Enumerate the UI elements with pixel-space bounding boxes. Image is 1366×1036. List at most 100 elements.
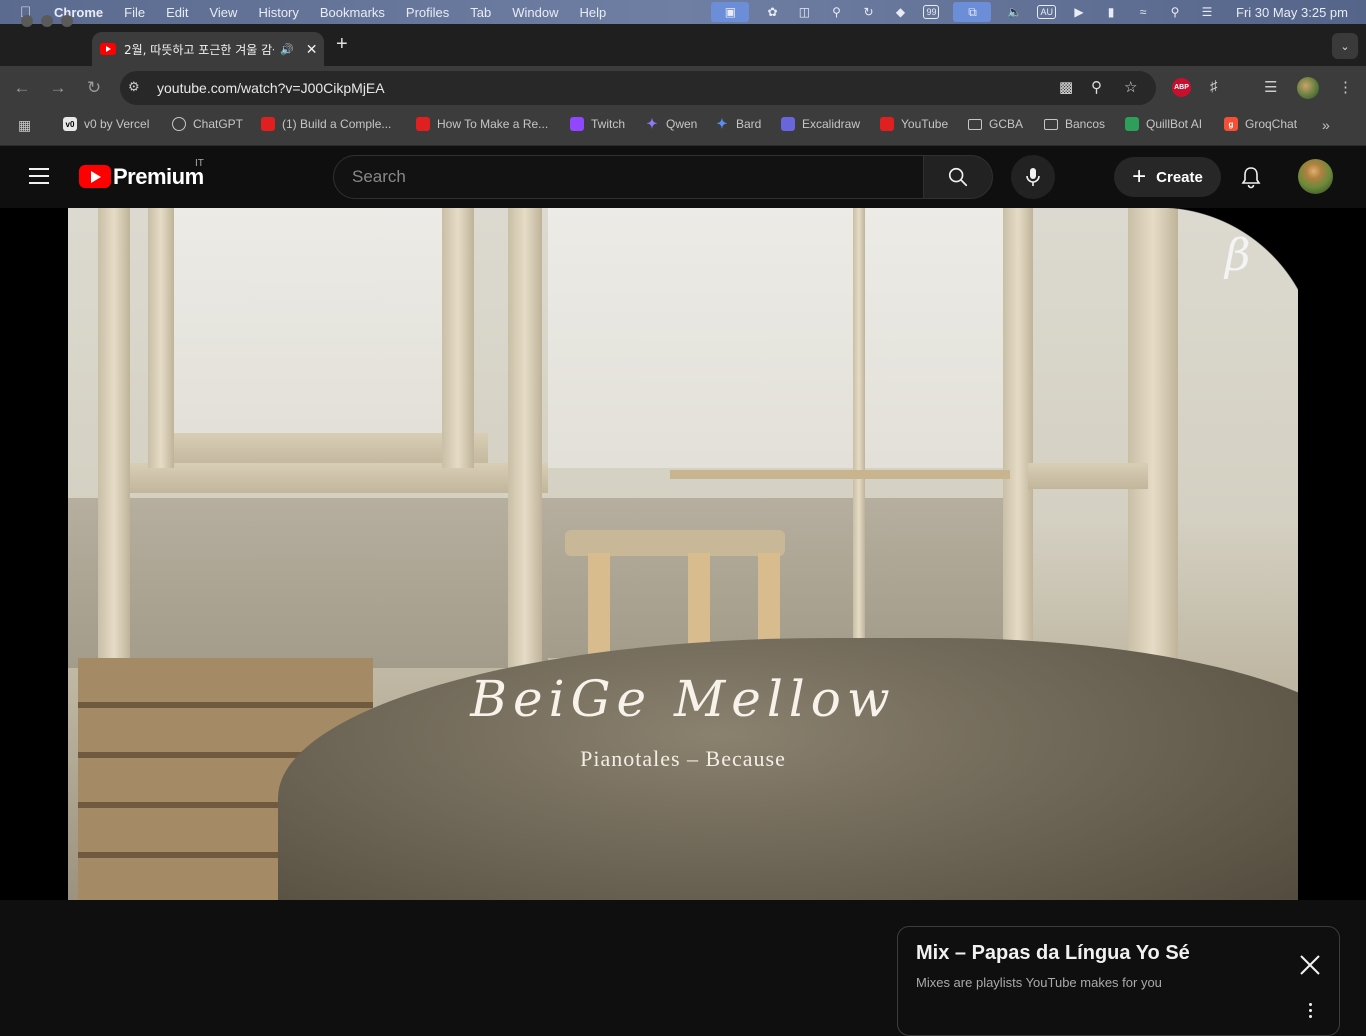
macos-menu-bar:  Chrome File Edit View History Bookmark… — [0, 0, 1366, 24]
search-button[interactable] — [923, 155, 993, 199]
audio-playing-icon[interactable]: 🔊 — [280, 43, 294, 56]
stool-leg — [588, 553, 610, 663]
window-frame — [508, 208, 542, 728]
chatgpt-icon — [172, 117, 186, 131]
bookmark-label: Twitch — [591, 117, 626, 131]
menu-file[interactable]: File — [124, 5, 145, 20]
excalidraw-icon — [781, 117, 795, 131]
more-options-icon[interactable] — [1300, 1003, 1320, 1023]
install-app-icon[interactable]: ▩ — [1059, 78, 1073, 96]
mix-playlist-subtitle: Mixes are playlists YouTube makes for yo… — [916, 975, 1162, 990]
window-frame — [128, 463, 548, 493]
reload-icon[interactable]: ↻ — [84, 78, 104, 98]
bookmarks-overflow-chevron-icon[interactable]: » — [1322, 117, 1330, 133]
guide-menu-icon[interactable] — [29, 168, 49, 184]
bookmark-twitch[interactable]: Twitch — [570, 117, 625, 131]
bookmark-label: Qwen — [666, 117, 698, 131]
tab-search-chevron-icon[interactable]: ⌄ — [1332, 33, 1358, 59]
bookmark-youtube[interactable]: YouTube — [880, 117, 948, 131]
bookmark-label: How To Make a Re... — [437, 117, 549, 131]
battery-icon[interactable]: ▮ — [1102, 4, 1120, 20]
menu-help[interactable]: Help — [580, 5, 607, 20]
window-switcher-icon[interactable]: ⧉ — [953, 2, 992, 22]
location-icon[interactable]: ⚲ — [827, 4, 845, 20]
bookmark-folder-gcba[interactable]: GCBA — [968, 117, 1023, 131]
plus-icon: + — [1132, 163, 1147, 190]
create-label: Create — [1156, 168, 1203, 186]
bookmark-label: (1) Build a Comple... — [282, 117, 392, 131]
openai-icon[interactable]: ✿ — [763, 4, 781, 20]
youtube-icon — [880, 117, 894, 131]
tab-close-icon[interactable]: ✕ — [306, 41, 318, 58]
bookmark-label: Bancos — [1065, 117, 1106, 131]
youtube-premium-wordmark[interactable]: Premium — [113, 164, 204, 190]
display-icon[interactable]: ◫ — [795, 4, 813, 20]
spotlight-search-icon[interactable]: ⚲ — [1166, 4, 1184, 20]
wifi-icon[interactable]: ≈ — [1134, 4, 1152, 20]
account-avatar[interactable] — [1298, 159, 1333, 194]
extensions-icon[interactable]: ♯ — [1210, 78, 1218, 95]
zoom-icon[interactable]: ⚲ — [1091, 78, 1102, 96]
window-frame — [148, 208, 174, 468]
menu-history[interactable]: History — [258, 5, 298, 20]
youtube-logo-icon[interactable] — [79, 165, 111, 188]
chrome-menu-icon[interactable]: ⋮ — [1338, 78, 1353, 96]
voice-search-button[interactable] — [1011, 155, 1055, 199]
menu-edit[interactable]: Edit — [166, 5, 188, 20]
window-frame — [853, 208, 865, 648]
battery-percent-icon[interactable]: 99 — [923, 5, 940, 19]
url-text[interactable]: youtube.com/watch?v=J00CikpMjEA — [157, 80, 385, 96]
window-minimize-button[interactable] — [41, 15, 53, 27]
notifications-bell-icon[interactable] — [1240, 165, 1262, 189]
qwen-icon: ✦ — [646, 116, 658, 131]
bookmark-quillbot[interactable]: QuillBot AI — [1125, 117, 1202, 131]
dropbox-icon[interactable]: ◆ — [891, 4, 909, 20]
mix-playlist-title[interactable]: Mix – Papas da Língua Yo Sé — [916, 942, 1190, 965]
channel-watermark-icon: β — [1225, 230, 1251, 281]
window-close-button[interactable] — [21, 15, 33, 27]
control-center-icon[interactable]: ☰ — [1198, 4, 1216, 20]
back-arrow-icon[interactable]: ← — [12, 78, 32, 98]
screen-share-icon[interactable]: ▣ — [711, 2, 750, 22]
close-icon[interactable] — [1296, 951, 1324, 979]
new-tab-button[interactable]: + — [336, 33, 348, 56]
volume-icon[interactable]: 🔈 — [1005, 4, 1023, 20]
bookmark-star-icon[interactable]: ☆ — [1124, 78, 1137, 96]
bookmark-v0[interactable]: v0 v0 by Vercel — [63, 117, 149, 131]
menu-bookmarks[interactable]: Bookmarks — [320, 5, 385, 20]
chrome-profile-avatar[interactable] — [1297, 77, 1319, 99]
city-view — [68, 498, 548, 668]
microphone-icon — [1026, 168, 1040, 186]
video-player[interactable]: β BeiGe Mellow Pianotales – Because — [68, 208, 1298, 900]
apps-grid-icon[interactable]: ▦ — [18, 117, 31, 134]
window-frame — [442, 208, 474, 468]
menu-view[interactable]: View — [209, 5, 237, 20]
search-input[interactable] — [352, 166, 912, 188]
bookmark-bard[interactable]: ✦ Bard — [715, 116, 762, 131]
menu-window[interactable]: Window — [512, 5, 558, 20]
window-zoom-button[interactable] — [61, 15, 73, 27]
menu-profiles[interactable]: Profiles — [406, 5, 449, 20]
video-overlay-subtitle: Pianotales – Because — [580, 746, 786, 771]
bookmark-chatgpt[interactable]: ChatGPT — [172, 117, 243, 131]
input-source-icon[interactable]: AU — [1037, 5, 1056, 19]
site-settings-icon[interactable]: ⚙ — [128, 79, 140, 95]
youtube-icon — [261, 117, 275, 131]
bookmark-how-to-make[interactable]: How To Make a Re... — [416, 117, 548, 131]
bookmark-folder-bancos[interactable]: Bancos — [1044, 117, 1105, 131]
window-frame — [148, 433, 488, 467]
reading-list-icon[interactable]: ☰ — [1264, 78, 1277, 96]
adblock-plus-icon[interactable]: ABP — [1172, 78, 1191, 97]
create-button[interactable]: + Create — [1114, 157, 1221, 197]
bookmark-groqchat[interactable]: g GroqChat — [1224, 117, 1297, 131]
browser-tab-active[interactable]: 2월, 따뜻하고 포근한 겨울 감성 🔊 ✕ — [92, 32, 324, 66]
bookmark-label: QuillBot AI — [1146, 117, 1203, 131]
forward-arrow-icon[interactable]: → — [48, 78, 68, 98]
bookmark-qwen[interactable]: ✦ Qwen — [645, 116, 698, 131]
play-icon[interactable]: ▶ — [1070, 4, 1088, 20]
sync-icon[interactable]: ↻ — [859, 4, 877, 20]
menu-tab[interactable]: Tab — [470, 5, 491, 20]
bookmark-excalidraw[interactable]: Excalidraw — [781, 117, 860, 131]
menu-bar-clock[interactable]: Fri 30 May 3:25 pm — [1236, 5, 1348, 20]
bookmark-build-complete[interactable]: (1) Build a Comple... — [261, 117, 391, 131]
